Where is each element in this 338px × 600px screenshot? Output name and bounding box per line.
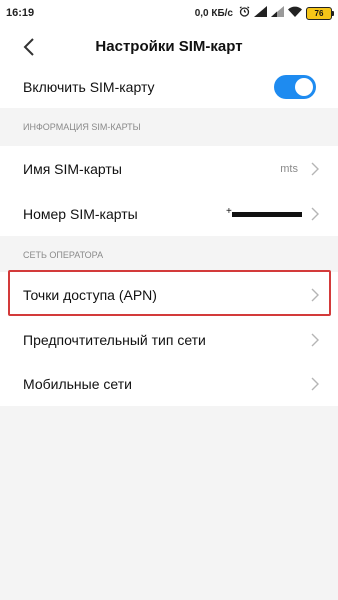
apn-row[interactable]: Точки доступа (APN) xyxy=(0,272,338,318)
sim-number-prefix: + xyxy=(226,205,232,217)
redacted-bar xyxy=(232,211,302,217)
section-sim-info: ИНФОРМАЦИЯ SIM-КАРТЫ xyxy=(0,108,338,146)
mobile-networks-label: Мобильные сети xyxy=(23,376,132,392)
network-speed: 0,0 КБ/с xyxy=(194,7,233,19)
status-time: 16:19 xyxy=(6,7,35,19)
toggle-knob xyxy=(295,78,313,96)
wifi-icon xyxy=(288,6,302,20)
back-button[interactable] xyxy=(16,34,42,60)
chevron-right-icon xyxy=(311,288,319,302)
enable-sim-toggle[interactable] xyxy=(274,75,316,99)
sim-name-row[interactable]: Имя SIM-карты mts xyxy=(0,146,338,191)
apn-label: Точки доступа (APN) xyxy=(23,287,157,303)
signal-icon xyxy=(254,6,267,20)
sim-number-value: + xyxy=(226,206,302,217)
signal-icon-2 xyxy=(271,6,284,20)
preferred-network-label: Предпочтительный тип сети xyxy=(23,332,206,348)
mobile-networks-row[interactable]: Мобильные сети xyxy=(0,362,338,406)
chevron-right-icon xyxy=(311,333,319,347)
chevron-left-icon xyxy=(23,38,34,56)
chevron-right-icon xyxy=(311,162,319,175)
status-icons: 0,0 КБ/с 76 xyxy=(194,6,334,20)
preferred-network-row[interactable]: Предпочтительный тип сети xyxy=(0,318,338,362)
sim-number-label: Номер SIM-карты xyxy=(23,205,138,222)
section-operator-title: СЕТЬ ОПЕРАТОРА xyxy=(23,250,104,260)
section-operator: СЕТЬ ОПЕРАТОРА xyxy=(0,236,338,274)
page-title: Настройки SIM-карт xyxy=(95,37,243,55)
battery-icon: 76 xyxy=(306,6,334,20)
empty-area xyxy=(0,406,338,600)
status-bar: 16:19 0,0 КБ/с 76 xyxy=(0,0,338,26)
sim-name-value: mts xyxy=(280,162,298,175)
chevron-right-icon xyxy=(311,207,319,220)
alarm-icon xyxy=(239,6,250,20)
header-bar: Настройки SIM-карт xyxy=(0,26,338,66)
enable-sim-label: Включить SIM-карту xyxy=(23,79,155,95)
sim-name-label: Имя SIM-карты xyxy=(23,160,122,177)
sim-number-row[interactable]: Номер SIM-карты + xyxy=(0,191,338,236)
section-sim-info-title: ИНФОРМАЦИЯ SIM-КАРТЫ xyxy=(23,122,141,132)
chevron-right-icon xyxy=(311,377,319,391)
enable-sim-row[interactable]: Включить SIM-карту xyxy=(0,66,338,108)
